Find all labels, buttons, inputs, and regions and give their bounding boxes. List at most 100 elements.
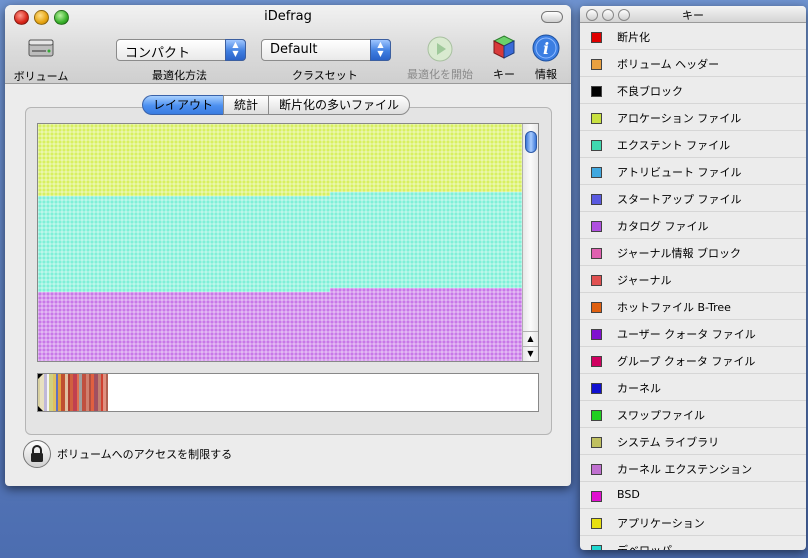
key-item-label: エクステント ファイル [617,139,731,152]
key-list-item: ジャーナル情報 ブロック [580,239,806,266]
scroll-down-arrow-icon[interactable]: ▼ [523,346,538,361]
key-item-label: 不良ブロック [617,85,683,98]
volume-overview-strip[interactable] [37,373,539,412]
tab-fragmented-files[interactable]: 断片化の多いファイル [268,95,411,115]
lock-button[interactable] [23,440,51,468]
key-item-label: カーネル [617,382,661,395]
key-list-item: カーネル [580,374,806,401]
view-tabs: レイアウト 統計 断片化の多いファイル [142,95,411,115]
key-window-title: キー [682,9,704,22]
hard-drive-icon [28,39,54,57]
color-swatch [591,194,602,205]
key-item-label: グループ クォータ ファイル [617,355,756,368]
key-list-item: グループ クォータ ファイル [580,347,806,374]
key-window-titlebar: キー [580,6,806,23]
color-swatch [591,32,602,43]
block-map-grid [38,124,522,361]
class-set-select[interactable]: Default ▲ ▼ [261,39,391,61]
key-item-label: スワップファイル [617,409,705,422]
scroll-thumb[interactable] [525,131,537,153]
overview-bands [38,374,108,411]
key-button[interactable]: キー [487,33,521,82]
color-swatch [591,329,602,340]
volume-button[interactable]: ボリューム [11,31,71,84]
key-list-item: ジャーナル [580,266,806,293]
info-label: 情報 [535,68,557,81]
key-item-label: デベロッパ [617,542,672,550]
key-list-item: ユーザー クォータ ファイル [580,320,806,347]
class-set-label: クラスセット [292,69,358,82]
info-button[interactable]: i 情報 [529,33,563,82]
color-swatch [591,302,602,313]
color-swatch [591,410,602,421]
color-swatch [591,437,602,448]
window-toolbar: iDefrag ボリューム コンパクト ▲ ▼ 最適化方法 Default ▲ ▼ … [5,5,571,84]
key-item-label: BSD [617,488,640,501]
color-swatch [591,86,602,97]
key-list-item: アトリビュート ファイル [580,158,806,185]
key-list-item: ボリューム ヘッダー [580,50,806,77]
color-swatch [591,221,602,232]
key-item-label: ジャーナル [617,274,672,287]
key-item-label: カタログ ファイル [617,220,709,233]
start-optimize-label: 最適化を開始 [407,68,473,81]
key-list: 断片化ボリューム ヘッダー 不良ブロックアロケーション ファイル エクステント ファ… [580,23,806,550]
key-list-item: 不良ブロック [580,77,806,104]
color-swatch [591,167,602,178]
key-list-item: システム ライブラリ [580,428,806,455]
key-item-label: ジャーナル情報 ブロック [617,247,741,260]
chevron-updown-icon: ▲ ▼ [225,39,246,61]
key-item-label: 断片化 [617,31,650,44]
key-item-label: スタートアップ ファイル [617,193,742,206]
key-item-label: アプリケーション [617,517,705,530]
svg-text:i: i [543,39,549,58]
start-optimize-button[interactable]: 最適化を開始 [403,35,477,82]
optimize-method-select[interactable]: コンパクト ▲ ▼ [116,39,246,61]
color-cubes-icon [492,35,516,59]
main-window: iDefrag ボリューム コンパクト ▲ ▼ 最適化方法 Default ▲ ▼ … [5,5,571,486]
key-list-item: エクステント ファイル [580,131,806,158]
key-list-item: アプリケーション [580,509,806,536]
key-item-label: カーネル エクステンション [617,463,753,476]
key-list-item: スタートアップ ファイル [580,185,806,212]
color-swatch [591,140,602,151]
play-icon [427,36,453,62]
block-map-scrollbar[interactable]: ▲ ▼ [522,124,538,361]
tab-statistics[interactable]: 統計 [223,95,269,115]
toolbar-toggle-button[interactable] [541,11,563,23]
key-list-item: デベロッパ [580,536,806,550]
key-list-item: アロケーション ファイル [580,104,806,131]
key-label: キー [493,68,515,81]
chevron-updown-icon: ▲ ▼ [370,39,391,61]
color-swatch [591,248,602,259]
key-list-item: スワップファイル [580,401,806,428]
volume-label: ボリューム [13,70,69,83]
tab-layout[interactable]: レイアウト [142,95,224,115]
scroll-up-arrow-icon[interactable]: ▲ [523,331,538,346]
info-icon: i [532,34,560,62]
class-set-value: Default [270,42,318,57]
key-list-item: BSD [580,482,806,509]
color-swatch [591,275,602,286]
color-swatch [591,491,602,502]
key-item-label: ホットファイル B-Tree [617,301,731,314]
color-swatch [591,383,602,394]
color-swatch [591,113,602,124]
key-item-label: ボリューム ヘッダー [617,58,720,71]
key-item-label: システム ライブラリ [617,436,720,449]
lock-icon [31,445,43,462]
key-item-label: アロケーション ファイル [617,112,742,125]
color-swatch [591,356,602,367]
key-list-item: カタログ ファイル [580,212,806,239]
key-list-item: カーネル エクステンション [580,455,806,482]
optimize-method-label: 最適化方法 [152,69,207,82]
color-swatch [591,518,602,529]
color-swatch [591,545,602,550]
color-swatch [591,464,602,475]
lock-label: ボリュームへのアクセスを制限する [57,448,233,461]
block-map[interactable]: ▲ ▼ [37,123,539,362]
optimize-method-value: コンパクト [125,46,191,61]
key-list-item: ホットファイル B-Tree [580,293,806,320]
key-list-item: 断片化 [580,23,806,50]
key-item-label: アトリビュート ファイル [617,166,742,179]
